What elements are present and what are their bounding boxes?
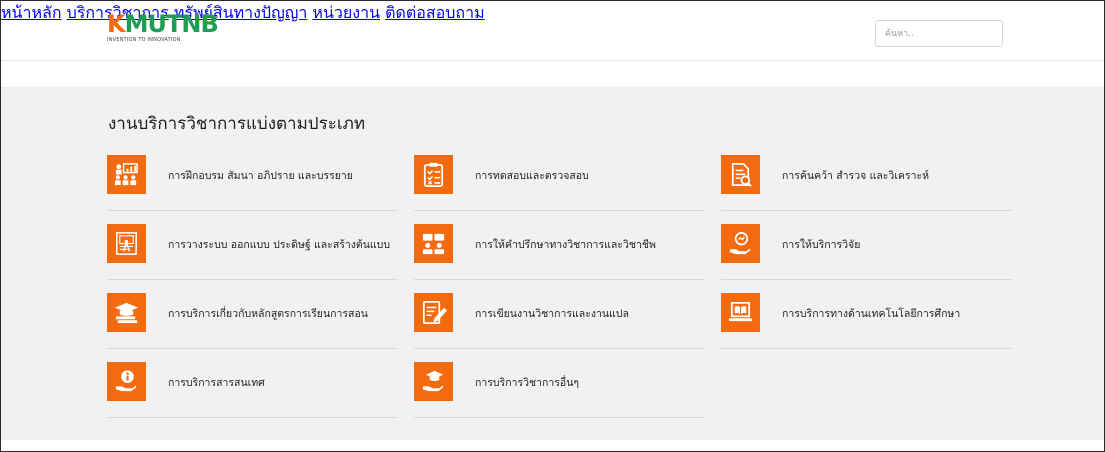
service-label: การฝึกอบรม สัมนา อภิปราย และบรรยาย	[168, 170, 353, 182]
section-title: งานบริการวิชาการแบ่งตามประเภท	[108, 114, 366, 134]
service-label: การทดสอบและตรวจสอบ	[475, 170, 589, 182]
service-item-consulting[interactable]: การให้คำปรึกษาทางวิชาการและวิชาชีพ	[414, 218, 705, 280]
service-item-curriculum[interactable]: การบริการเกี่ยวกับหลักสูตรการเรียนการสอน	[107, 287, 398, 349]
blueprint-icon	[107, 224, 146, 263]
writing-icon	[414, 293, 453, 332]
graduation-books-icon	[107, 293, 146, 332]
logo-k: K	[107, 10, 126, 38]
service-item-research-analysis[interactable]: การค้นคว้า สำรวจ และวิเคราะห์	[721, 149, 1012, 211]
clipboard-check-icon	[414, 155, 453, 194]
services-section: งานบริการวิชาการแบ่งตามประเภท การฝึกอบรม…	[1, 88, 1104, 440]
nav-departments[interactable]: หน่วยงาน	[312, 3, 380, 22]
service-label: การบริการสารสนเทศ	[168, 377, 265, 389]
site-header: KMUTNB INVENTION TO INNOVATION หน้าหลัก …	[1, 1, 1104, 61]
service-label: การบริการวิชาการอื่นๆ	[475, 377, 580, 389]
service-item-information[interactable]: การบริการสารสนเทศ	[107, 356, 398, 418]
service-label: การให้บริการวิจัย	[782, 239, 861, 251]
training-icon	[107, 155, 146, 194]
nav-home[interactable]: หน้าหลัก	[1, 3, 62, 22]
service-label: การบริการทางด้านเทคโนโลยีการศึกษา	[782, 308, 961, 320]
service-label: การวางระบบ ออกแบบ ประดิษฐ์ และสร้างต้นแบ…	[168, 239, 390, 251]
research-hand-icon	[721, 224, 760, 263]
service-item-system-design[interactable]: การวางระบบ ออกแบบ ประดิษฐ์ และสร้างต้นแบ…	[107, 218, 398, 280]
laptop-book-icon	[721, 293, 760, 332]
consulting-icon	[414, 224, 453, 263]
graduation-hand-icon	[414, 362, 453, 401]
kmutnb-logo[interactable]: KMUTNB INVENTION TO INNOVATION	[107, 10, 219, 46]
service-item-writing[interactable]: การเขียนงานวิชาการและงานแปล	[414, 287, 705, 349]
service-label: การบริการเกี่ยวกับหลักสูตรการเรียนการสอน	[168, 308, 368, 320]
service-item-research-service[interactable]: การให้บริการวิจัย	[721, 218, 1012, 280]
service-item-testing[interactable]: การทดสอบและตรวจสอบ	[414, 149, 705, 211]
page-bottom	[1, 440, 1104, 451]
info-hand-icon	[107, 362, 146, 401]
service-item-edtech[interactable]: การบริการทางด้านเทคโนโลยีการศึกษา	[721, 287, 1012, 349]
service-item-other[interactable]: การบริการวิชาการอื่นๆ	[414, 356, 705, 418]
logo-wordmark: KMUTNB	[107, 10, 219, 38]
service-label: การเขียนงานวิชาการและงานแปล	[475, 308, 629, 320]
logo-text: MUTNB	[124, 10, 219, 38]
service-label: การค้นคว้า สำรวจ และวิเคราะห์	[782, 170, 930, 182]
service-label: การให้คำปรึกษาทางวิชาการและวิชาชีพ	[475, 239, 656, 251]
service-item-training[interactable]: การฝึกอบรม สัมนา อภิปราย และบรรยาย	[107, 149, 398, 211]
header-strip	[1, 62, 1104, 88]
document-search-icon	[721, 155, 760, 194]
nav-contact[interactable]: ติดต่อสอบถาม	[385, 3, 485, 22]
search-input[interactable]	[875, 20, 1003, 47]
